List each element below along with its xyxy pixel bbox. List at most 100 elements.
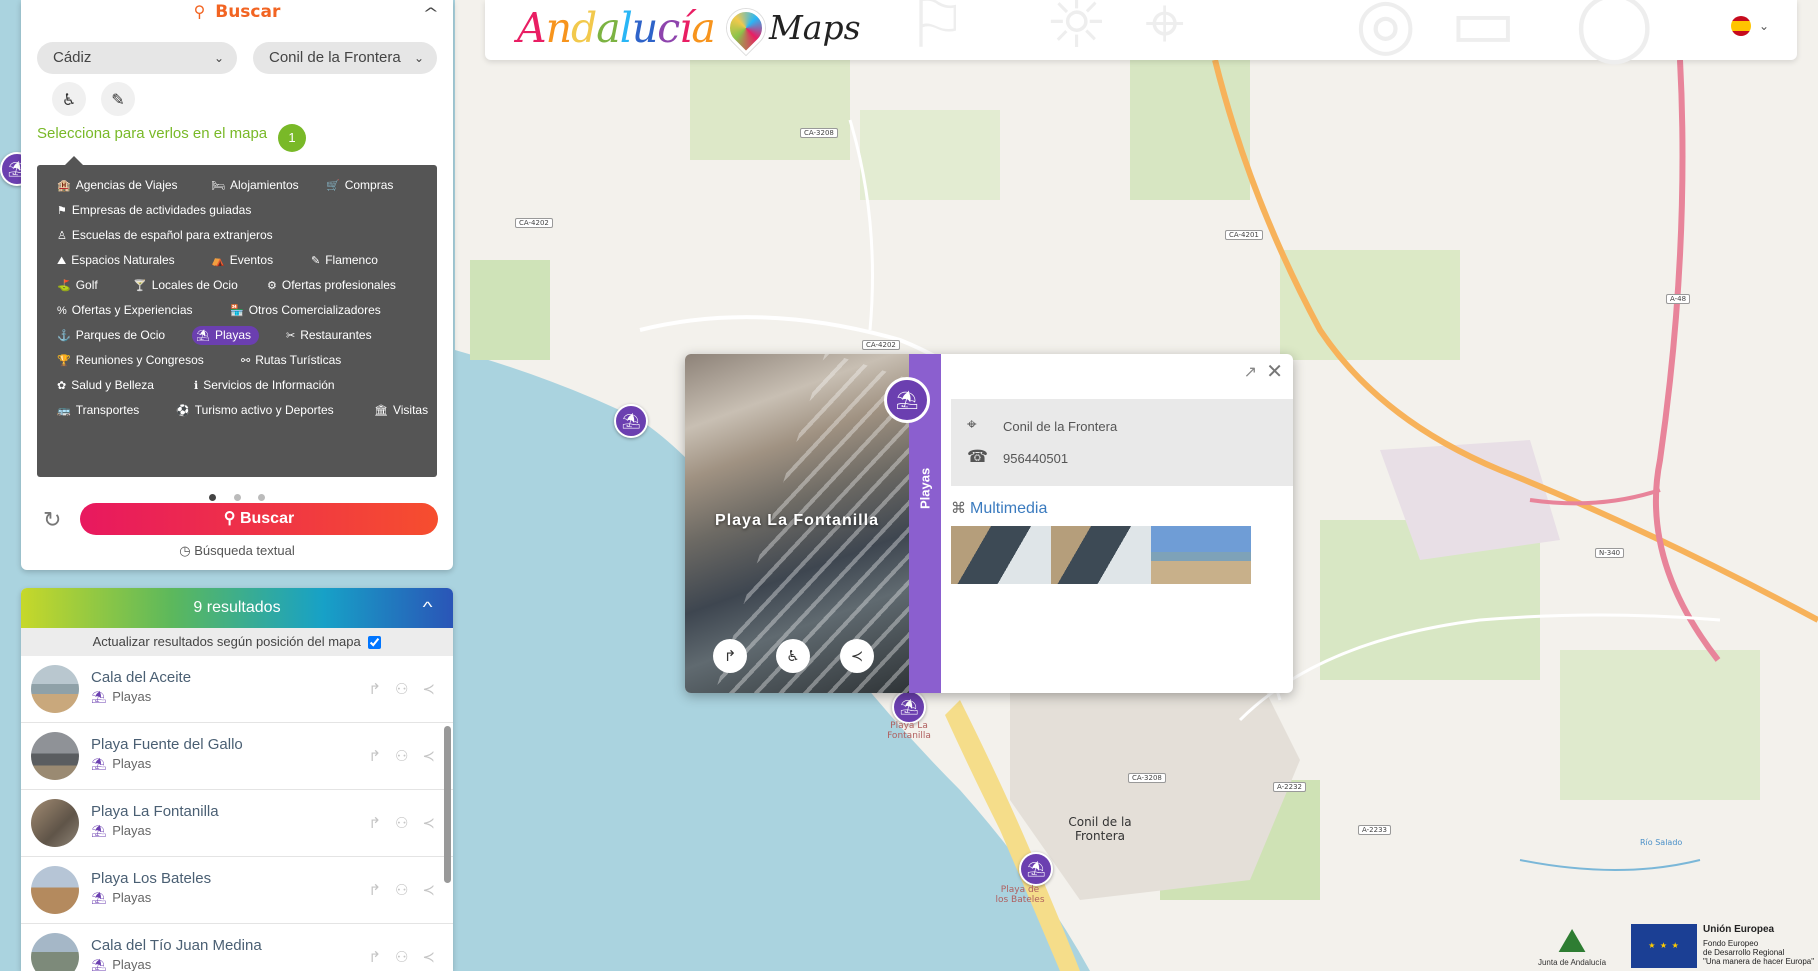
category-turismo-activo[interactable]: ⚽ Turismo activo y Deportes — [172, 401, 342, 420]
accessibility-button[interactable]: ♿ — [776, 639, 810, 673]
page-dot[interactable] — [257, 494, 265, 501]
category-rutas-turisticas[interactable]: ⚯ Rutas Turísticas — [237, 351, 349, 370]
search-panel-header[interactable]: ⚲ Buscar — [21, 2, 453, 28]
municipality-select[interactable]: Conil de la Frontera ⌄ — [253, 42, 437, 74]
sun-icon: ☼ — [1045, 0, 1108, 64]
collapse-icon[interactable]: ^ — [423, 588, 433, 628]
camera-icon: ⌘ — [951, 500, 966, 517]
place-address: Conil de la Frontera — [1003, 419, 1118, 434]
brand-letter: a — [596, 4, 620, 52]
text-search-link[interactable]: ◷ Búsqueda textual — [21, 543, 453, 559]
share-icon[interactable]: ≺ — [422, 814, 435, 832]
accessibility-icon[interactable]: ⚇ — [395, 747, 408, 765]
collapse-icon[interactable]: ^ — [423, 6, 439, 22]
category-golf[interactable]: ⛳ Golf — [53, 276, 106, 295]
page-dot[interactable] — [209, 494, 217, 501]
directions-icon[interactable]: ↱ — [368, 747, 381, 765]
media-thumbnail[interactable] — [951, 526, 1051, 584]
share-icon[interactable]: ≺ — [422, 680, 435, 698]
results-header[interactable]: 9 resultados ^ — [21, 588, 453, 628]
category-flamenco[interactable]: ✎ Flamenco — [307, 251, 386, 270]
beach-marker[interactable]: ⛱ — [892, 690, 926, 724]
category-servicios-informacion[interactable]: ℹ Servicios de Información — [190, 376, 343, 395]
eu-flag-icon: ★ ★ ★ — [1631, 924, 1697, 968]
chevron-down-icon: ⌄ — [1758, 19, 1769, 33]
junta-logo[interactable]: ⛰ Junta de Andalucía — [1532, 924, 1612, 967]
category-espacios-naturales[interactable]: ⛰ Espacios Naturales — [53, 251, 183, 270]
category-label: Restaurantes — [300, 328, 372, 342]
accessibility-button[interactable]: ♿ — [52, 82, 86, 116]
eu-logo[interactable]: ★ ★ ★ Unión Europea Fondo Europeo de Des… — [1631, 924, 1814, 968]
results-list[interactable]: Cala del Aceite ⛱ Playas ↱ ⚇ ≺ Playa Fuente… — [21, 656, 453, 971]
category-otros-comercializadores[interactable]: 🏪 Otros Comercializadores — [226, 301, 389, 320]
directions-button[interactable]: ↱ — [713, 639, 747, 673]
directions-icon[interactable]: ↱ — [368, 881, 381, 899]
update-on-map-move: Actualizar resultados según posición del… — [21, 628, 453, 656]
expand-icon[interactable]: ↗ — [1244, 362, 1257, 381]
directions-icon[interactable]: ↱ — [368, 680, 381, 698]
category-label: Ofertas profesionales — [281, 278, 396, 292]
category-escuelas-espanol[interactable]: ♙ Escuelas de español para extranjeros — [53, 226, 281, 245]
list-item[interactable]: Playa Fuente del Gallo ⛱ Playas ↱ ⚇ ≺ — [21, 723, 453, 790]
accessibility-icon[interactable]: ⚇ — [395, 948, 408, 966]
beach-marker[interactable]: ⛱ — [614, 404, 648, 438]
category-playas[interactable]: ⛱ Playas — [192, 326, 259, 345]
place-image[interactable]: Playa La Fontanilla ↱ ♿ ≺ — [685, 354, 909, 693]
list-item[interactable]: Cala del Tío Juan Medina ⛱ Playas ↱ ⚇ ≺ — [21, 924, 453, 971]
category-ofertas-profesionales[interactable]: ⚙ Ofertas profesionales — [263, 276, 404, 295]
draw-area-button[interactable]: ✎ — [101, 82, 135, 116]
category-visitas[interactable]: 🏛 Visitas — [370, 401, 436, 420]
share-icon[interactable]: ≺ — [422, 747, 435, 765]
accessibility-icon[interactable]: ⚇ — [395, 680, 408, 698]
reset-icon[interactable]: ↻ — [43, 508, 61, 533]
beach-icon: ⛱ — [884, 377, 930, 423]
category-parques-de-ocio[interactable]: ⚓ Parques de Ocio — [53, 326, 173, 345]
spa-icon: ✿ — [57, 380, 67, 392]
directions-icon[interactable]: ↱ — [368, 814, 381, 832]
list-item[interactable]: Cala del Aceite ⛱ Playas ↱ ⚇ ≺ — [21, 656, 453, 723]
category-compras[interactable]: 🛒 Compras — [322, 176, 401, 195]
category-alojamientos[interactable]: 🛏 Alojamientos — [207, 176, 307, 195]
share-icon[interactable]: ≺ — [422, 948, 435, 966]
media-thumbnail[interactable] — [1051, 526, 1151, 584]
province-select[interactable]: Cádiz ⌄ — [37, 42, 237, 74]
category-transportes[interactable]: 🚌 Transportes — [53, 401, 147, 420]
scrollbar[interactable] — [444, 726, 451, 883]
directions-icon[interactable]: ↱ — [368, 948, 381, 966]
category-salud-belleza[interactable]: ✿ Salud y Belleza — [53, 376, 162, 395]
clock-icon: ◷ — [179, 543, 195, 558]
close-icon[interactable]: ✕ — [1266, 359, 1283, 383]
phone-icon: ☎ — [967, 447, 989, 467]
list-item[interactable]: Playa La Fontanilla ⛱ Playas ↱ ⚇ ≺ — [21, 790, 453, 857]
location-pin-icon: ⌖ — [967, 415, 977, 435]
accessibility-icon[interactable]: ⚇ — [395, 814, 408, 832]
maps-logo[interactable]: Maps — [719, 0, 861, 55]
brand-letter: c — [657, 4, 680, 52]
search-button[interactable]: ⚲ Buscar — [80, 503, 438, 535]
list-item[interactable]: Playa Los Bateles ⛱ Playas ↱ ⚇ ≺ — [21, 857, 453, 924]
road-shield: A-2232 — [1273, 782, 1306, 792]
page-dot[interactable] — [233, 494, 241, 501]
language-selector[interactable]: ⌄ — [1730, 16, 1769, 36]
balloon-icon: ◯ — [1575, 0, 1654, 64]
beach-marker[interactable]: ⛱ — [1019, 852, 1053, 886]
media-thumbnail[interactable] — [1151, 526, 1251, 584]
result-thumbnail — [31, 799, 79, 847]
category-locales-de-ocio[interactable]: 🍸 Locales de Ocio — [129, 276, 246, 295]
category-ofertas-experiencias[interactable]: % Ofertas y Experiencias — [53, 301, 201, 320]
accessibility-icon[interactable]: ⚇ — [395, 881, 408, 899]
category-empresas-actividades[interactable]: ⚑ Empresas de actividades guiadas — [53, 201, 259, 220]
category-eventos[interactable]: ⛺ Eventos — [207, 251, 281, 270]
category-restaurantes[interactable]: ✂ Restaurantes — [282, 326, 380, 345]
share-icon[interactable]: ≺ — [422, 881, 435, 899]
share-button[interactable]: ≺ — [840, 639, 874, 673]
category-label: Espacios Naturales — [71, 253, 175, 267]
info-icon: ℹ — [194, 380, 199, 392]
result-thumbnail — [31, 866, 79, 914]
update-checkbox[interactable] — [368, 636, 382, 650]
category-label: Escuelas de español para extranjeros — [71, 228, 273, 242]
andalucia-logo[interactable]: Andalucía — [517, 4, 716, 52]
category-agencias-de-viajes[interactable]: 🏨 Agencias de Viajes — [53, 176, 186, 195]
place-phone[interactable]: 956440501 — [1003, 451, 1068, 466]
category-reuniones[interactable]: 🏆 Reuniones y Congresos — [53, 351, 212, 370]
